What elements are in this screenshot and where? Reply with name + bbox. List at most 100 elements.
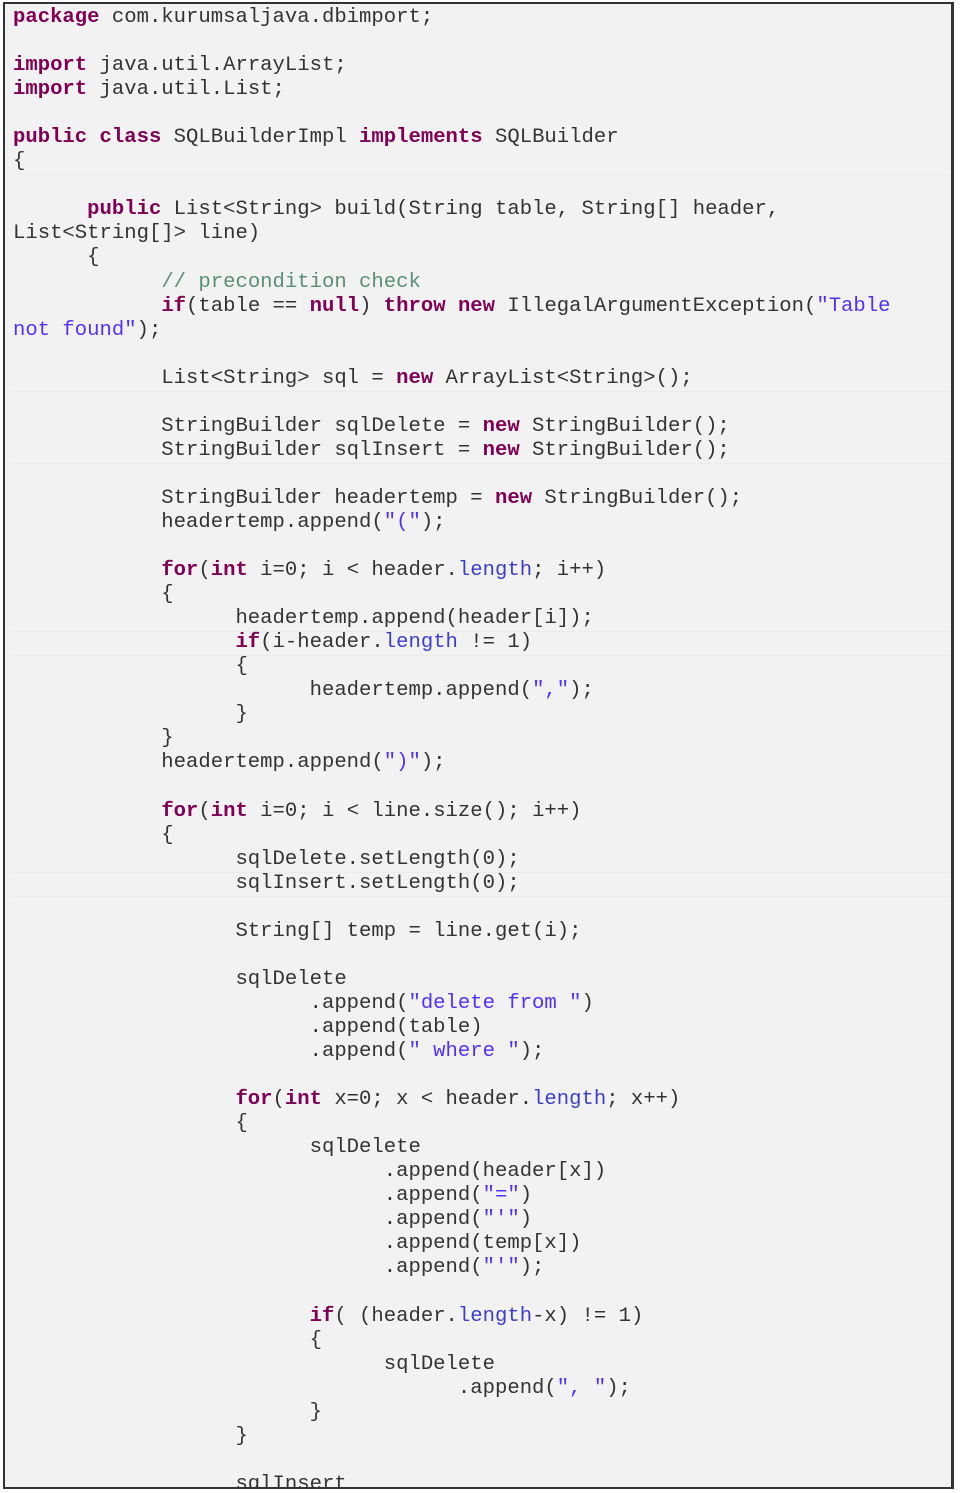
- code-text-token: );: [420, 510, 446, 534]
- keyword-token: int: [284, 1088, 322, 1112]
- keyword-token: if: [309, 1304, 335, 1328]
- code-line: headertemp.append(header[i]);: [13, 607, 951, 633]
- code-line: {: [13, 1112, 951, 1136]
- code-text-token: sqlDelete: [13, 967, 347, 991]
- code-line: .append("delete from "): [13, 992, 951, 1016]
- code-line: {: [13, 824, 951, 848]
- code-text-token: {: [13, 583, 174, 607]
- code-text-token: List<String[]> line): [13, 222, 261, 246]
- code-text-token: ArrayList<String>();: [433, 366, 693, 390]
- keyword-token: for: [235, 1088, 273, 1112]
- field-token: length: [532, 1088, 607, 1112]
- code-line: public class SQLBuilderImpl implements S…: [13, 126, 951, 150]
- code-text-token: {: [13, 150, 26, 174]
- field-token: length: [457, 1304, 533, 1328]
- code-line: {: [13, 655, 951, 679]
- keyword-token: import: [13, 78, 88, 102]
- code-text-token: SQLBuilderImpl: [161, 126, 360, 150]
- code-line: String[] temp = line.get(i);: [13, 920, 951, 944]
- code-listing-frame: package com.kurumsaljava.dbimport; impor…: [3, 2, 954, 1489]
- code-text-token: .append(: [13, 1184, 483, 1208]
- code-line: .append("'");: [13, 1256, 951, 1280]
- code-line: .append("="): [13, 1184, 951, 1208]
- code-line: sqlDelete: [13, 968, 951, 992]
- code-line: headertemp.append(",");: [13, 679, 951, 703]
- code-text-token: .append(header[x]): [13, 1160, 607, 1184]
- keyword-token: public: [13, 126, 88, 150]
- string-literal-token: ")": [383, 751, 421, 775]
- code-text-token: .append(: [13, 1256, 483, 1280]
- string-literal-token: " where ": [408, 1040, 520, 1064]
- string-literal-token: "Table: [816, 294, 891, 318]
- code-text-token: List<String> build(String table, String[…: [161, 198, 780, 222]
- code-text-token: .append(temp[x]): [13, 1232, 582, 1256]
- code-line: .append(temp[x]): [13, 1232, 951, 1256]
- code-text-token: }: [13, 1400, 322, 1424]
- keyword-token: class: [99, 126, 162, 150]
- code-line: StringBuilder headertemp = new StringBui…: [13, 487, 951, 511]
- code-text-token: String[] temp = line.get(i);: [13, 919, 582, 943]
- code-line: headertemp.append("(");: [13, 511, 951, 535]
- string-literal-token: "(": [383, 510, 421, 534]
- code-line: // precondition check: [13, 271, 951, 295]
- code-text-token: ): [359, 294, 384, 318]
- code-text-token: {: [13, 1112, 248, 1136]
- keyword-token: import: [13, 54, 88, 78]
- string-literal-token: "'": [482, 1256, 520, 1280]
- code-text-token: java.util.List;: [87, 78, 285, 102]
- code-line: }: [13, 1401, 951, 1425]
- code-text-token: );: [519, 1256, 545, 1280]
- keyword-token: int: [210, 559, 248, 583]
- keyword-token: new: [396, 366, 434, 390]
- code-text-token: com.kurumsaljava.dbimport;: [99, 6, 434, 29]
- code-text-token: .append(table): [13, 1015, 483, 1039]
- code-text-token: headertemp.append(: [13, 679, 533, 703]
- code-line: .append("'"): [13, 1208, 951, 1232]
- code-line: if(i-header.length != 1): [13, 631, 951, 657]
- code-text-token: .append(: [13, 991, 409, 1015]
- keyword-token: int: [210, 799, 248, 823]
- code-text-token: ): [581, 991, 594, 1015]
- code-text-token: );: [519, 1040, 545, 1064]
- code-text-token: -x) != 1): [532, 1304, 644, 1328]
- code-text-token: {: [13, 1328, 322, 1352]
- code-text-token: headertemp.append(header[i]);: [13, 607, 594, 631]
- code-text-token: ( (header.: [334, 1304, 458, 1328]
- code-line: }: [13, 727, 951, 751]
- code-line: {: [13, 150, 951, 176]
- keyword-token: null: [309, 294, 360, 318]
- code-line: import java.util.List;: [13, 78, 951, 102]
- code-text-token: i=0; i < line.size(); i++): [247, 799, 582, 823]
- code-line: import java.util.ArrayList;: [13, 54, 951, 78]
- code-line: for(int i=0; i < line.size(); i++): [13, 800, 951, 824]
- code-block: package com.kurumsaljava.dbimport; impor…: [13, 6, 951, 1487]
- code-text-token: ; x++): [606, 1088, 681, 1112]
- keyword-token: if: [235, 631, 261, 655]
- code-text-token: StringBuilder();: [532, 486, 743, 510]
- code-text-token: ; i++): [532, 559, 607, 583]
- keyword-token: new: [482, 438, 520, 462]
- code-text-token: StringBuilder sqlInsert =: [13, 438, 483, 462]
- code-text-token: i=0; i < header.: [247, 559, 458, 583]
- code-text-token: IllegalArgumentException(: [495, 294, 817, 318]
- code-text-token: SQLBuilder: [482, 126, 619, 150]
- code-line: sqlDelete.setLength(0);: [13, 848, 951, 873]
- code-line: for(int i=0; i < header.length; i++): [13, 559, 951, 583]
- code-line: not found");: [13, 319, 951, 343]
- code-line: if(table == null) throw new IllegalArgum…: [13, 295, 951, 319]
- code-text-token: }: [13, 1424, 248, 1448]
- code-line: for(int x=0; x < header.length; x++): [13, 1088, 951, 1112]
